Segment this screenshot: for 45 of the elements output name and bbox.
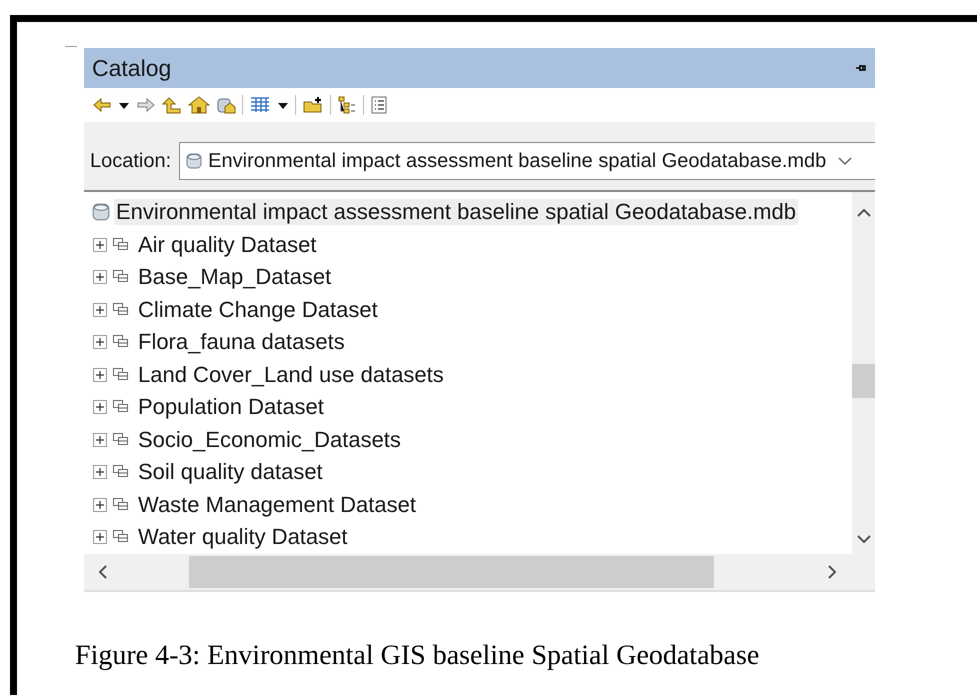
database-home-icon[interactable] — [216, 96, 236, 114]
chevron-right-icon[interactable] — [827, 564, 839, 580]
expander-icon[interactable] — [92, 496, 108, 513]
chevron-down-icon[interactable] — [856, 534, 872, 546]
expander-icon[interactable] — [92, 399, 108, 416]
chevron-down-icon — [838, 156, 852, 166]
figure-caption: Figure 4-3: Environmental GIS baseline Spatial Geodatabase — [75, 640, 760, 672]
database-icon — [186, 152, 202, 170]
expander-icon[interactable] — [92, 302, 108, 318]
tree-item[interactable]: Air quality Dataset — [136, 232, 319, 258]
location-label: Location: — [90, 150, 172, 172]
tree-item[interactable]: Water quality Dataset — [136, 524, 350, 550]
tree-item[interactable]: Base_Map_Dataset — [136, 264, 334, 290]
expander-icon[interactable] — [92, 432, 108, 448]
tree-item[interactable]: Climate Change Dataset — [136, 296, 380, 323]
database-icon — [92, 202, 110, 222]
expander-icon[interactable] — [92, 236, 108, 253]
list-icon[interactable] — [370, 96, 388, 114]
tree-item[interactable]: Environmental impact assessment baseline spatial Geodatabase.mdb — [114, 199, 798, 226]
expander-icon[interactable] — [92, 334, 108, 350]
horizontal-scrollbar[interactable] — [84, 554, 875, 592]
chevron-left-icon[interactable] — [96, 564, 108, 580]
home-icon[interactable] — [188, 96, 210, 114]
tree-item[interactable]: Socio_Economic_Datasets — [136, 426, 403, 453]
pin-icon[interactable] — [855, 63, 867, 73]
table-view-icon[interactable] — [249, 96, 271, 114]
tree-item[interactable]: Waste Management Dataset — [136, 492, 418, 518]
expander-icon[interactable] — [92, 464, 108, 480]
new-folder-icon[interactable] — [302, 96, 324, 114]
tree-view-icon[interactable] — [337, 96, 357, 114]
tree-item[interactable]: Soil quality dataset — [136, 459, 325, 486]
tree-item[interactable]: Population Dataset — [136, 394, 326, 420]
scroll-thumb[interactable] — [189, 556, 714, 588]
forward-arrow-icon[interactable] — [136, 97, 156, 113]
expander-icon[interactable] — [92, 529, 108, 546]
expander-icon[interactable] — [92, 269, 108, 286]
location-dropdown[interactable]: Environmental impact assessment baseline spatial Geodatabase.mdb — [179, 142, 875, 180]
scroll-thumb[interactable] — [852, 364, 875, 398]
up-arrow-icon[interactable] — [162, 96, 182, 114]
chevron-up-icon[interactable] — [856, 206, 872, 218]
tree-item[interactable]: Flora_fauna datasets — [136, 329, 347, 356]
panel-title: Catalog — [92, 54, 172, 82]
back-arrow-icon[interactable] — [92, 97, 112, 113]
expander-icon[interactable] — [92, 366, 108, 383]
tree-item[interactable]: Land Cover_Land use datasets — [136, 362, 446, 388]
